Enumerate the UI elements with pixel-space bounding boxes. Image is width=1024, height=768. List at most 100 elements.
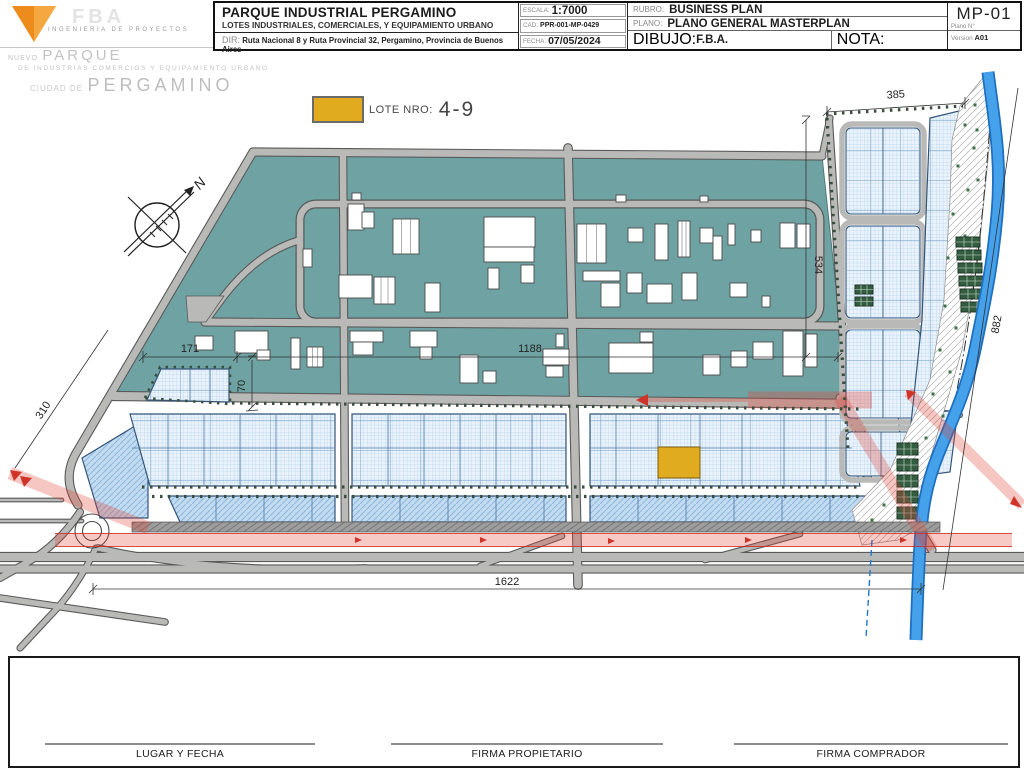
building-footprint [256, 349, 271, 361]
building-footprint [373, 276, 396, 305]
building-footprint [352, 341, 374, 356]
dibujo-label: DIBUJO: [633, 31, 697, 48]
building-footprint [482, 370, 497, 384]
building-footprint [779, 222, 796, 249]
signature-line [391, 743, 663, 745]
dim-882: 882 [990, 314, 1005, 334]
signature-field-comprador: FIRMA COMPRADOR [734, 743, 1008, 760]
lot-color-swatch [312, 96, 364, 123]
cad-value: PPR-001-MP-0429 [540, 22, 600, 30]
lot-legend: LOTE NRO: 4-9 [312, 96, 475, 123]
version-label: Version [951, 35, 973, 42]
escala-label: ESCALA: [523, 7, 550, 15]
watermark-line2: DE INDUSTRIAS COMERCIOS Y EQUIPAMIENTO U… [18, 65, 269, 72]
brand-watermark: FBA [72, 6, 126, 28]
building-footprint [782, 330, 804, 377]
building-footprint [555, 333, 565, 348]
building-footprint [392, 218, 420, 255]
brand-tagline: INGENIERIA DE PROYECTOS [48, 27, 190, 33]
building-footprint [729, 282, 748, 298]
building-footprint [796, 223, 811, 249]
dim-1188: 1188 [518, 343, 542, 355]
company-logo-icon [12, 6, 56, 42]
rubro-row: RUBRO: BUSINESS PLAN [628, 3, 947, 17]
dir-label: DIR: [222, 35, 240, 45]
title-block-project: PARQUE INDUSTRIAL PERGAMINO LOTES INDUST… [215, 3, 518, 54]
building-footprint [677, 220, 691, 258]
dim-310: 310 [33, 399, 53, 421]
building-footprint [349, 330, 384, 343]
fecha-value: 07/05/2024 [548, 35, 601, 48]
title-block-sheet: MP-01 Plano N° Version A01 [947, 3, 1020, 49]
building-footprint [361, 211, 375, 229]
plano-label: PLANO: [633, 19, 663, 28]
signature-label: FIRMA COMPRADOR [816, 748, 926, 760]
building-footprint [483, 216, 536, 248]
masterplan-sheet: N 171 1188 70 534 385 882 310 1622 FBA I… [0, 0, 1024, 768]
logo-cell: FBA INGENIERIA DE PROYECTOS [0, 0, 213, 48]
signature-field-propietario: FIRMA PROPIETARIO [391, 743, 663, 760]
dibujo-value: F.B.A. [696, 34, 729, 46]
project-title: PARQUE INDUSTRIAL PERGAMINO [222, 5, 457, 20]
cad-label: CAD: [523, 22, 539, 30]
building-footprint [727, 223, 736, 246]
building-footprint [487, 267, 500, 290]
masterplan-drawing: N 171 1188 70 534 385 882 310 1622 [0, 71, 1024, 652]
building-footprint [483, 246, 535, 263]
signature-field-lugar-fecha: LUGAR Y FECHA [45, 743, 315, 760]
building-footprint [646, 283, 673, 304]
watermark-nuevo: NUEVO [8, 55, 38, 62]
signature-line [45, 743, 315, 745]
building-footprint [639, 331, 654, 343]
nota-label: NOTA: [836, 31, 885, 48]
north-label: N [190, 173, 209, 192]
building-footprint [576, 223, 607, 264]
dibujo-cell: DIBUJO: F.B.A. [628, 31, 832, 49]
watermark-pergamino: PERGAMINO [87, 74, 234, 95]
dim-385: 385 [886, 88, 905, 101]
building-footprint [338, 274, 373, 299]
building-footprint [520, 264, 535, 284]
watermark-parque: PARQUE [42, 47, 123, 64]
building-footprint [608, 342, 654, 374]
version-cell: Version A01 [948, 30, 1020, 45]
plano-value: PLANO GENERAL MASTERPLAN [667, 17, 850, 30]
fecha-cell: FECHA: 07/05/2024 [520, 34, 626, 48]
escala-cell: ESCALA: 1:7000 [520, 4, 626, 18]
building-footprint [627, 227, 644, 243]
signature-label: FIRMA PROPIETARIO [471, 748, 583, 760]
cad-cell: CAD: PPR-001-MP-0429 [520, 19, 626, 33]
building-footprint [600, 282, 621, 308]
building-footprint [702, 354, 721, 376]
building-footprint [699, 227, 714, 244]
rubro-value: BUSINESS PLAN [669, 3, 763, 16]
dibujo-nota-row: DIBUJO: F.B.A. NOTA: [628, 31, 947, 49]
building-footprint [699, 195, 709, 203]
signature-box: LUGAR Y FECHA FIRMA PROPIETARIO FIRMA CO… [8, 656, 1020, 768]
building-footprint [615, 194, 627, 203]
lot-legend-label: LOTE NRO: [369, 103, 433, 116]
highlighted-lot-4-9 [657, 446, 701, 479]
building-footprint [545, 365, 564, 378]
building-footprint [302, 248, 313, 268]
building-footprint [582, 270, 621, 282]
railway [131, 521, 941, 533]
title-block: PARQUE INDUSTRIAL PERGAMINO LOTES INDUST… [213, 1, 1022, 54]
building-footprint [290, 337, 301, 370]
watermark-ciudad-de: CIUDAD DE [30, 83, 84, 93]
building-footprint [409, 330, 438, 348]
lot-block-row2 [590, 496, 898, 522]
building-footprint [730, 350, 748, 368]
lot-legend-number: 4-9 [438, 97, 476, 121]
title-block-plan-info: RUBRO: BUSINESS PLAN PLANO: PLANO GENERA… [627, 3, 947, 49]
dim-534: 534 [812, 256, 824, 274]
building-footprint [804, 333, 818, 368]
building-footprint [424, 282, 441, 313]
title-block-meta: ESCALA: 1:7000 CAD: PPR-001-MP-0429 FECH… [518, 3, 627, 49]
plano-row: PLANO: PLANO GENERAL MASTERPLAN [628, 17, 947, 31]
fecha-label: FECHA: [523, 37, 547, 45]
building-footprint [752, 341, 774, 360]
dim-171: 171 [181, 343, 199, 355]
building-footprint [681, 272, 698, 301]
project-subtitle: LOTES INDUSTRIALES, COMERCIALES, Y EQUIP… [222, 20, 494, 30]
